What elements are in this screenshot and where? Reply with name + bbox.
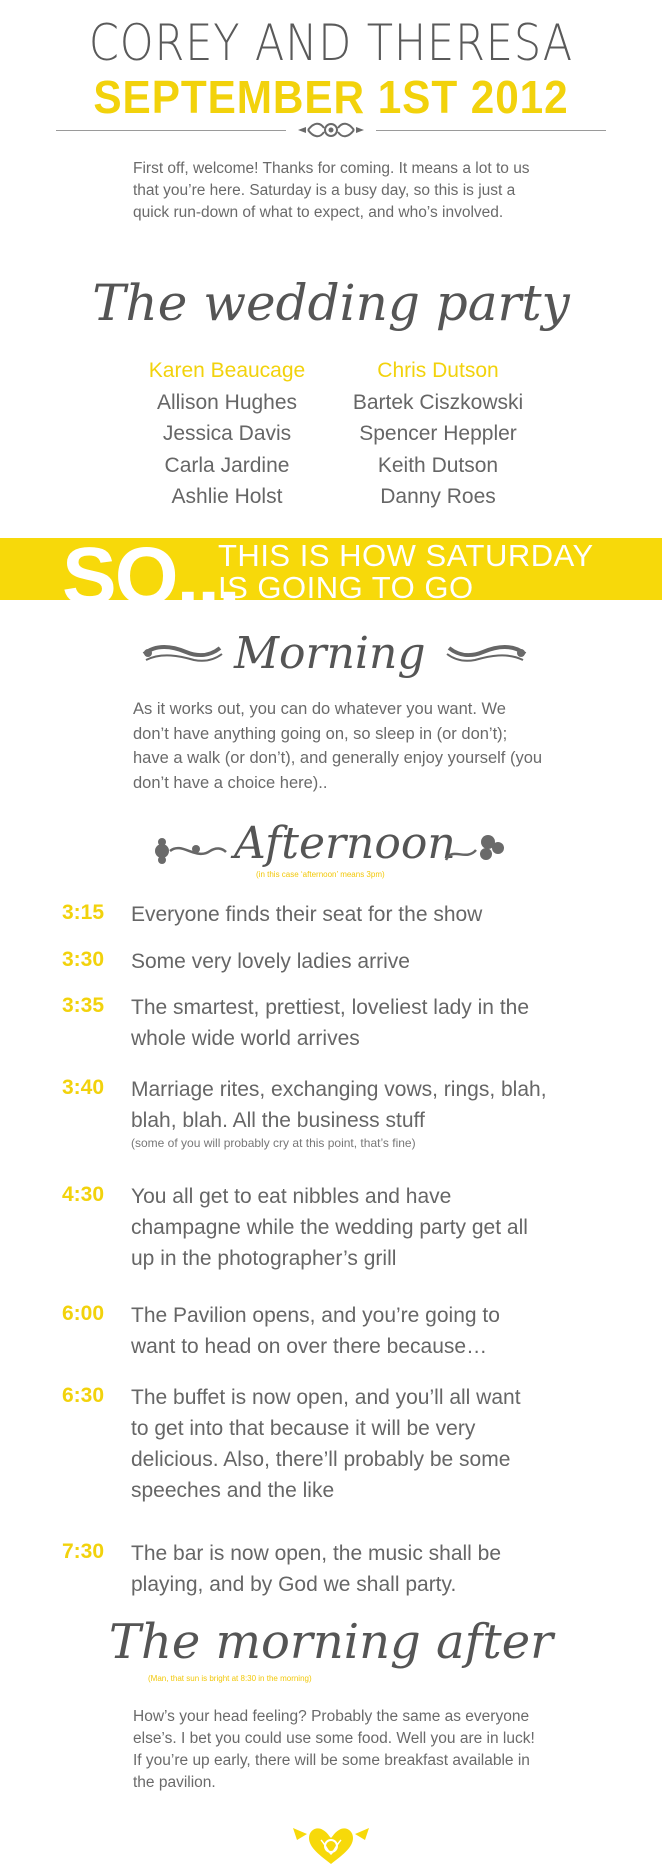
bridesmaid: Jessica Davis bbox=[162, 422, 292, 445]
schedule-event: Marriage rites, exchanging vows, rings, … bbox=[131, 1074, 561, 1150]
schedule-time: 3:40 bbox=[62, 1076, 105, 1099]
schedule-time: 4:30 bbox=[62, 1183, 105, 1206]
schedule-event: The buffet is now open, and you’ll all w… bbox=[131, 1386, 521, 1502]
schedule-time: 6:30 bbox=[62, 1384, 105, 1407]
groomsman: Keith Dutson bbox=[377, 453, 499, 477]
morning-after-note: (Man, that sun is bright at 8:30 in the … bbox=[148, 1674, 312, 1683]
groomsman: Bartek Ciszkowski bbox=[352, 390, 524, 414]
schedule-time: 3:30 bbox=[62, 948, 105, 971]
schedule-time: 3:35 bbox=[62, 994, 105, 1017]
morning-title: Morning bbox=[234, 628, 426, 679]
schedule-event-text: Marriage rites, exchanging vows, rings, … bbox=[131, 1078, 547, 1132]
banner-line-1: THIS IS HOW SATURDAY bbox=[218, 538, 594, 573]
wedding-date: SEPTEMBER 1ST 2012 bbox=[93, 71, 569, 123]
morning-paragraph: As it works out, you can do whatever you… bbox=[133, 700, 543, 792]
bridal-party-list: Karen Beaucage Allison Hughes Jessica Da… bbox=[127, 355, 327, 513]
floral-ornament-icon bbox=[444, 835, 504, 861]
schedule-time: 3:15 bbox=[62, 901, 105, 924]
groomsman: Danny Roes bbox=[380, 485, 496, 508]
scroll-flourish-icon bbox=[142, 645, 223, 662]
morning-after-title: The morning after bbox=[108, 1614, 554, 1670]
maid-of-honor: Karen Beaucage bbox=[148, 359, 306, 382]
banner-so: SO... bbox=[62, 531, 241, 622]
schedule-event-note: (some of you will probably cry at this p… bbox=[131, 1136, 416, 1150]
bridesmaid: Ashlie Holst bbox=[171, 485, 283, 508]
wedding-party-title: The wedding party bbox=[92, 274, 570, 332]
couple-names: COREY AND THERESA bbox=[88, 14, 574, 72]
groom-party-list: Chris Dutson Bartek Ciszkowski Spencer H… bbox=[338, 355, 538, 513]
schedule-time: 6:00 bbox=[62, 1302, 105, 1325]
flourish-divider-icon bbox=[298, 122, 364, 138]
floral-ornament-icon bbox=[155, 838, 227, 864]
bridesmaid: Allison Hughes bbox=[156, 390, 298, 414]
afternoon-title: Afternoon bbox=[234, 818, 456, 869]
schedule-event: Everyone finds their seat for the show bbox=[131, 903, 483, 926]
divider-line-left bbox=[56, 130, 286, 131]
afternoon-note: (in this case ‘afternoon’ means 3pm) bbox=[256, 870, 385, 879]
divider-line-right bbox=[376, 130, 606, 131]
schedule-event: The smartest, prettiest, loveliest lady … bbox=[131, 996, 530, 1050]
banner-line-2: IS GOING TO GO bbox=[218, 570, 474, 605]
schedule-event: The bar is now open, the music shall be … bbox=[131, 1542, 502, 1596]
bridesmaid: Carla Jardine bbox=[164, 453, 290, 477]
groomsman: Spencer Heppler bbox=[359, 422, 517, 445]
intro-paragraph: First off, welcome! Thanks for coming. I… bbox=[133, 160, 530, 221]
heart-filigree-icon bbox=[293, 1828, 369, 1864]
schedule-event: The Pavilion opens, and you’re going to … bbox=[131, 1304, 500, 1358]
schedule-time: 7:30 bbox=[62, 1540, 105, 1563]
schedule-event: You all get to eat nibbles and have cham… bbox=[131, 1185, 528, 1270]
morning-after-paragraph: How’s your head feeling? Probably the sa… bbox=[133, 1708, 535, 1791]
schedule-event: Some very lovely ladies arrive bbox=[131, 950, 410, 973]
scroll-flourish-icon bbox=[446, 645, 527, 662]
best-man: Chris Dutson bbox=[377, 359, 499, 382]
